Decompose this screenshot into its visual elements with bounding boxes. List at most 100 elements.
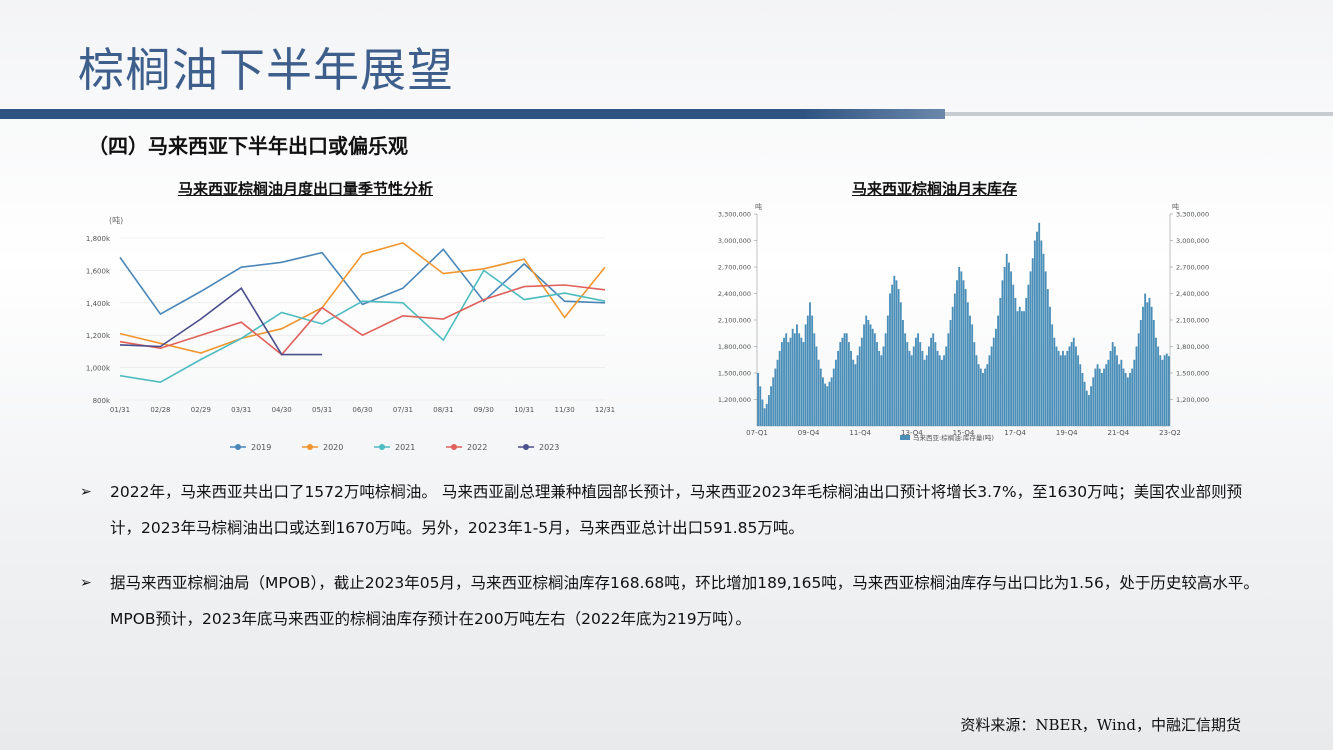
stock-bar: [984, 368, 987, 426]
y-tick-label: 1,200k: [86, 332, 111, 340]
stock-bar: [800, 337, 803, 426]
stock-bar: [787, 342, 790, 426]
y-tick-label-right: 1,200,000: [1176, 396, 1209, 404]
legend-marker: [235, 444, 241, 450]
stock-bar: [789, 337, 792, 426]
x-tick-label: 19-Q4: [1056, 429, 1078, 437]
stock-bar: [841, 337, 844, 426]
stock-bar: [1077, 355, 1080, 426]
stock-bar: [1129, 373, 1131, 426]
stock-bar: [796, 324, 798, 426]
stock-bar: [1023, 311, 1025, 426]
stock-bar: [882, 346, 885, 426]
stock-bar: [1157, 346, 1160, 426]
stock-bar: [1055, 346, 1058, 426]
stock-bar: [949, 320, 952, 426]
export-seasonal-line-chart: (吨) 800k 1,000k 1,200k 1,400k 1,600k 1,800k 01/…: [86, 215, 615, 452]
stock-bar: [915, 337, 917, 426]
bullet-item: ➢ 2022年，马来西亚共出口了1572万吨棕榈油。 马来西亚副总理兼种植园部长…: [80, 474, 1260, 546]
page-title: 棕榈油下半年展望: [78, 43, 454, 97]
stock-bar: [1070, 342, 1073, 426]
legend-marker: [523, 444, 529, 450]
stock-bar: [867, 320, 870, 426]
x-tick-label: 11/30: [554, 406, 574, 414]
stock-bar: [1018, 306, 1021, 427]
stock-bar: [951, 306, 954, 427]
stock-bar: [772, 377, 775, 426]
y-tick-label-left: 2,400,000: [718, 290, 751, 298]
stock-bar: [1135, 346, 1138, 426]
stock-bar: [1051, 324, 1054, 426]
x-tick-label: 12/31: [595, 406, 615, 414]
stock-bar: [1092, 377, 1095, 426]
stock-bar: [962, 280, 965, 427]
stock-bar: [802, 342, 805, 426]
y-tick-label-right: 1,500,000: [1176, 370, 1209, 378]
bullet-text: 据马来西亚棕榈油局（MPOB），截止2023年05月，马来西亚棕榈油库存168.…: [110, 574, 1259, 628]
stock-bar: [1111, 342, 1114, 426]
stock-bar: [869, 324, 872, 426]
stock-bar: [806, 315, 809, 426]
stock-bar: [1116, 355, 1118, 426]
stock-bar: [765, 403, 768, 426]
stock-bar: [921, 350, 924, 426]
stock-bar: [770, 386, 772, 427]
title-divider-light: [945, 112, 1333, 116]
stock-bar: [761, 399, 764, 426]
stock-bar: [893, 275, 896, 426]
y-tick-label: 1,800k: [86, 235, 111, 243]
series-line-2021: [119, 269, 606, 384]
stock-bar: [889, 293, 891, 426]
stock-bar: [871, 328, 874, 426]
stock-bar: [834, 359, 837, 427]
bullet-arrow-icon: ➢: [80, 484, 92, 500]
x-tick-label: 03/31: [231, 406, 251, 414]
y-unit-label: (吨): [109, 215, 123, 225]
stock-bar: [1167, 356, 1170, 426]
stock-bar: [997, 315, 1000, 426]
stock-bar: [1150, 306, 1153, 427]
data-source-note: 资料来源：NBER，Wind，中融汇信期货: [960, 716, 1241, 734]
title-divider: [0, 109, 945, 119]
stock-bar: [1107, 359, 1110, 427]
stock-bar: [930, 337, 932, 426]
stock-chart-title: 马来西亚棕榈油月末库存: [852, 180, 1018, 198]
stock-bar: [791, 328, 794, 426]
y-tick-label: 1,400k: [86, 300, 111, 308]
stock-bar: [1025, 297, 1028, 426]
stock-bar: [927, 346, 930, 426]
stock-bar: [1148, 297, 1151, 426]
y-tick-label-left: 1,500,000: [718, 370, 751, 378]
stock-bar: [1049, 306, 1051, 427]
stock-bar: [1029, 271, 1032, 426]
stock-bar: [958, 267, 961, 426]
legend-label: 2021: [395, 443, 415, 452]
stock-bar: [971, 324, 974, 426]
stock-bar: [815, 346, 818, 426]
stock-bar: [1059, 355, 1062, 426]
stock-bar: [1031, 258, 1034, 426]
stock-bar: [785, 333, 788, 427]
x-tick-label: 07/31: [393, 406, 413, 414]
stock-bar: [943, 355, 945, 426]
stock-bar: [1081, 373, 1084, 426]
stock-bar: [856, 355, 859, 426]
stock-bar: [1075, 346, 1077, 426]
stock-bar: [774, 368, 777, 426]
stock-bar: [1005, 253, 1008, 427]
stock-bar: [925, 355, 928, 426]
stock-bar: [1066, 350, 1069, 426]
stock-bar: [1085, 390, 1088, 426]
stock-bar: [897, 289, 900, 426]
x-tick-label: 09/30: [474, 406, 494, 414]
stock-bar: [1122, 368, 1125, 426]
y-tick-label-right: 1,800,000: [1176, 343, 1209, 351]
stock-bar: [995, 328, 997, 426]
legend-label: 2020: [323, 443, 343, 452]
stock-bar: [1163, 355, 1166, 426]
y-tick-label-left: 2,100,000: [718, 317, 751, 325]
stock-bar: [936, 350, 939, 426]
stock-bar: [780, 342, 783, 426]
stock-bar: [860, 337, 863, 426]
stock-bar: [858, 346, 861, 426]
